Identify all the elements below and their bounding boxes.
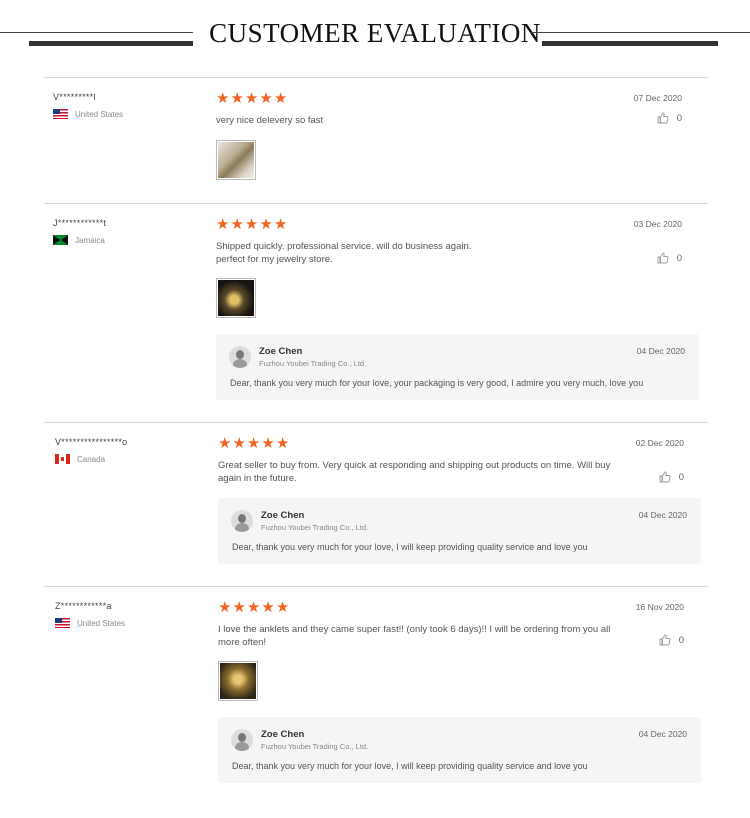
reply-text: Dear, thank you very much for your love,… — [230, 378, 644, 388]
review-card: Z************a United States ★ ★ ★ ★ ★ I lov… — [44, 587, 708, 797]
seller-company: Fuzhou Youbei Trading Co., Ltd. — [261, 742, 369, 751]
thumbs-up-icon — [657, 112, 669, 124]
seller-avatar — [231, 510, 253, 532]
thumbs-up-icon — [659, 471, 671, 483]
star-icon: ★ — [273, 216, 288, 233]
seller-company: Fuzhou Youbei Trading Co., Ltd. — [261, 523, 369, 532]
reply-date: 04 Dec 2020 — [638, 729, 687, 739]
star-icon: ★ — [273, 90, 288, 107]
photo-image — [218, 142, 254, 178]
star-icon: ★ — [261, 435, 275, 452]
header-right-bar — [542, 41, 718, 46]
reply-text: Dear, thank you very much for your love,… — [232, 761, 588, 771]
review-card: V*********l United States ★ ★ ★ ★ ★ very nic… — [44, 78, 708, 203]
reviewer-name: J************t — [53, 218, 107, 228]
country-label: Canada — [77, 454, 106, 464]
jamaica-flag-icon — [53, 235, 68, 245]
star-icon: ★ — [232, 435, 246, 452]
reviewer-name: V*********l — [53, 92, 96, 102]
seller-name: Zoe Chen — [259, 346, 303, 357]
reviewer-country: Jamaica — [53, 235, 105, 245]
star-rating: ★ ★ ★ ★ ★ — [218, 600, 289, 615]
us-flag-icon — [53, 109, 68, 119]
review-date: 02 Dec 2020 — [635, 438, 684, 448]
star-icon: ★ — [246, 435, 261, 452]
seller-avatar — [229, 346, 251, 368]
seller-reply: Zoe Chen Fuzhou Youbei Trading Co., Ltd.… — [216, 334, 699, 400]
country-label: United States — [77, 618, 126, 628]
reviewer-country: Canada — [55, 454, 105, 464]
seller-reply: Zoe Chen Fuzhou Youbei Trading Co., Ltd.… — [218, 717, 701, 783]
seller-name: Zoe Chen — [261, 510, 305, 521]
star-icon: ★ — [218, 435, 232, 452]
star-icon: ★ — [246, 599, 261, 616]
header-right-line — [530, 32, 750, 33]
section-title: CUSTOMER EVALUATION — [209, 18, 541, 48]
canada-flag-icon — [55, 454, 70, 464]
star-rating: ★ ★ ★ ★ ★ — [218, 436, 289, 451]
seller-avatar — [231, 729, 253, 751]
section-header: CUSTOMER EVALUATION — [0, 0, 750, 70]
reply-date: 04 Dec 2020 — [636, 346, 685, 356]
review-text: Shipped quickly. professional service. w… — [216, 241, 472, 265]
like-count: 0 — [676, 112, 682, 124]
reply-text: Dear, thank you very much for your love,… — [232, 542, 588, 552]
seller-reply: Zoe Chen Fuzhou Youbei Trading Co., Ltd.… — [218, 498, 701, 564]
us-flag-icon — [55, 618, 70, 628]
like-button[interactable]: 0 — [659, 634, 684, 646]
like-count: 0 — [678, 634, 684, 646]
star-icon: ★ — [275, 435, 290, 452]
review-text: very nice delevery so fast — [216, 115, 324, 126]
reviewer-name: V****************o — [55, 437, 128, 447]
seller-name: Zoe Chen — [261, 729, 305, 740]
star-icon: ★ — [259, 90, 273, 107]
reviewer-name: Z************a — [55, 601, 112, 611]
review-date: 16 Nov 2020 — [635, 602, 684, 612]
review-photo[interactable] — [216, 140, 256, 180]
photo-image — [218, 280, 254, 316]
thumbs-up-icon — [657, 252, 669, 264]
star-icon: ★ — [230, 90, 244, 107]
star-icon: ★ — [244, 216, 259, 233]
review-photo[interactable] — [216, 278, 256, 318]
seller-company: Fuzhou Youbei Trading Co., Ltd. — [259, 359, 367, 368]
star-icon: ★ — [259, 216, 273, 233]
star-rating: ★ ★ ★ ★ ★ — [216, 91, 287, 106]
like-count: 0 — [676, 252, 682, 264]
review-photo[interactable] — [218, 661, 258, 701]
star-icon: ★ — [218, 599, 232, 616]
star-icon: ★ — [230, 216, 244, 233]
star-icon: ★ — [232, 599, 246, 616]
review-text: Great seller to buy from. Very quick at … — [218, 460, 611, 484]
thumbs-up-icon — [659, 634, 671, 646]
reviewer-country: United States — [53, 109, 123, 119]
review-date: 07 Dec 2020 — [633, 93, 682, 103]
country-label: United States — [75, 109, 124, 119]
reply-date: 04 Dec 2020 — [638, 510, 687, 520]
reviewer-country: United States — [55, 618, 125, 628]
star-icon: ★ — [275, 599, 290, 616]
review-date: 03 Dec 2020 — [633, 219, 682, 229]
country-label: Jamaica — [75, 235, 105, 245]
review-text: I love the anklets and they came super f… — [218, 624, 611, 648]
like-button[interactable]: 0 — [657, 112, 682, 124]
review-card: J************t Jamaica ★ ★ ★ ★ ★ Shipped qui… — [44, 204, 708, 422]
star-icon: ★ — [261, 599, 275, 616]
review-card: V****************o Canada ★ ★ ★ ★ ★ Great se… — [44, 423, 708, 586]
like-count: 0 — [678, 471, 684, 483]
photo-image — [220, 663, 256, 699]
header-left-bar — [29, 41, 193, 46]
like-button[interactable]: 0 — [657, 252, 682, 264]
star-icon: ★ — [216, 90, 230, 107]
star-icon: ★ — [216, 216, 230, 233]
header-left-line — [0, 32, 193, 33]
star-icon: ★ — [244, 90, 259, 107]
star-rating: ★ ★ ★ ★ ★ — [216, 217, 287, 232]
like-button[interactable]: 0 — [659, 471, 684, 483]
